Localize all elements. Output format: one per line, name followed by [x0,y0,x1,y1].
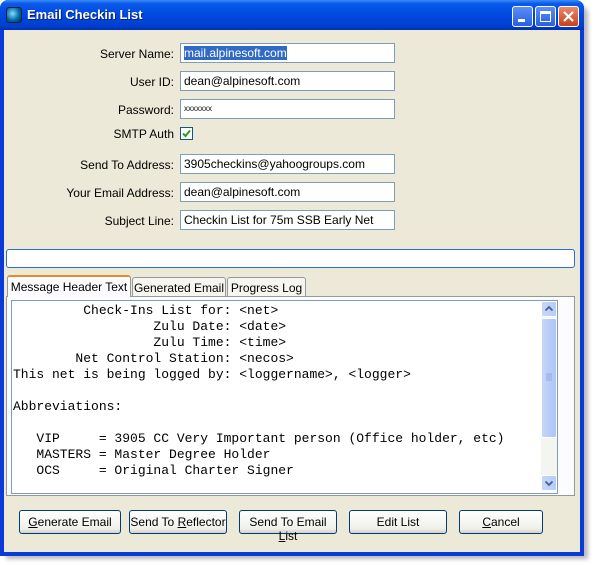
generate-email-label-post: enerate Email [37,515,112,529]
maximize-button[interactable] [535,6,556,27]
send-to-reflector-button[interactable]: Send To Reflector [129,510,227,534]
password-input[interactable]: xxxxxxx [180,99,395,119]
edit-list-label: Edit List [376,515,420,529]
grip-icon [546,373,552,381]
main-window: Email Checkin List Server Name: mail.alp… [0,0,584,556]
minimize-button[interactable] [512,6,533,27]
server-name-input[interactable]: mail.alpinesoft.com [180,43,395,63]
close-button[interactable] [558,6,579,27]
tab-progress-log[interactable]: Progress Log [227,277,306,297]
server-name-value: mail.alpinesoft.com [184,46,287,60]
generate-email-button[interactable]: Generate Email [19,510,121,534]
your-email-input[interactable]: dean@alpinesoft.com [180,182,395,202]
server-name-label: Server Name: [99,47,174,61]
send-to-reflector-label-post: eflector [186,515,226,529]
send-to-reflector-label-pre: Send To [130,515,178,529]
send-to-reflector-mnemonic: R [177,515,187,529]
maximize-icon [540,11,551,22]
scroll-down-button[interactable] [541,475,557,491]
generate-email-mnemonic: G [28,515,38,529]
send-to-email-list-button[interactable]: Send To Email List [239,510,337,543]
tab-generated-email[interactable]: Generated Email [132,277,226,297]
progress-bar [6,249,575,268]
send-to-email-list-label-post: ist [285,529,298,543]
your-email-label: Your Email Address: [66,186,174,200]
chevron-up-icon [544,305,554,312]
minimize-icon [518,19,525,22]
cancel-button[interactable]: Cancel [459,510,543,534]
subject-line-input[interactable]: Checkin List for 75m SSB Early Net [180,210,395,230]
smtp-auth-checkbox[interactable] [180,127,193,140]
dialog-body: Server Name: mail.alpinesoft.com User ID… [4,30,580,552]
send-to-label: Send To Address: [80,158,174,172]
checkmark-icon [182,129,191,138]
password-label: Password: [117,103,174,117]
user-id-label: User ID: [129,75,174,89]
cancel-label-post: ancel [490,515,520,529]
smtp-auth-label: SMTP Auth [113,127,174,141]
window-title: Email Checkin List [27,7,143,22]
scroll-thumb[interactable] [541,318,557,438]
close-icon [563,11,574,22]
send-to-input[interactable]: 3905checkins@yahoogroups.com [180,154,395,174]
user-id-input[interactable]: dean@alpinesoft.com [180,71,395,91]
vertical-scrollbar[interactable] [541,301,557,491]
chevron-down-icon [544,480,554,487]
scroll-up-button[interactable] [541,301,557,317]
message-header-text: Check-Ins List for: <net> Zulu Date: <da… [13,303,505,478]
subject-line-label: Subject Line: [104,214,174,228]
title-bar[interactable]: Email Checkin List [0,0,584,30]
tab-panel: Check-Ins List for: <net> Zulu Date: <da… [6,296,575,496]
app-icon [6,7,22,23]
cancel-mnemonic: C [482,515,491,529]
edit-list-button[interactable]: Edit List [349,510,447,534]
message-header-memo[interactable]: Check-Ins List for: <net> Zulu Date: <da… [11,300,558,494]
send-to-email-list-label-pre: Send To Email [249,515,327,529]
tab-message-header-text[interactable]: Message Header Text [7,275,131,297]
